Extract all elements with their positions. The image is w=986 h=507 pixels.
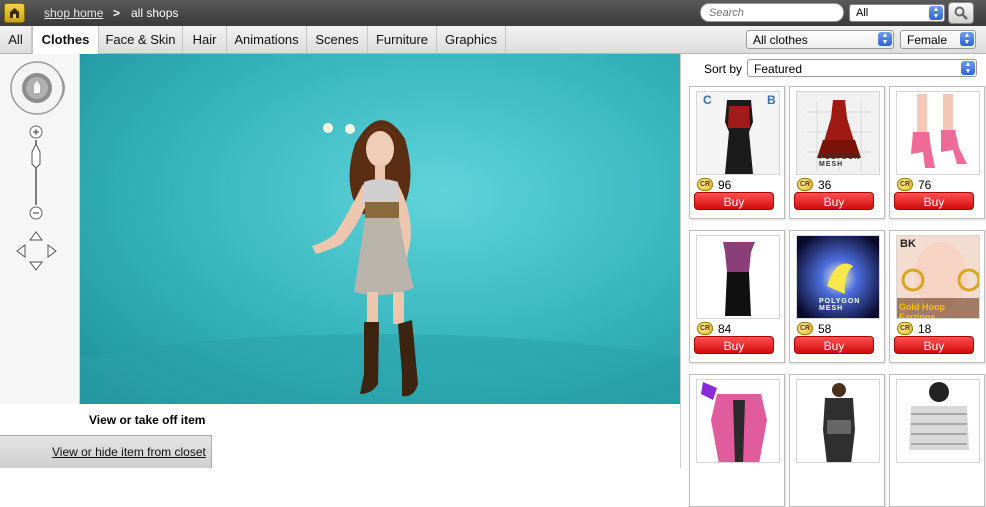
magnifier-icon	[954, 6, 968, 20]
product-card[interactable]	[789, 374, 885, 507]
product-thumbnail[interactable]: C B	[696, 91, 780, 175]
purple-gown-image	[697, 236, 779, 318]
ruffled-blouse-image	[897, 380, 979, 462]
select-arrows-icon: ▲ ▼	[929, 6, 943, 20]
tab-furniture[interactable]: Furniture	[368, 26, 437, 53]
tab-all[interactable]: All	[0, 26, 32, 53]
coin-icon: CR	[797, 178, 813, 191]
product-price: 84	[718, 322, 732, 336]
product-card[interactable]: POLYGON MESH CR 58 Buy	[789, 230, 885, 363]
product-price: 58	[818, 322, 832, 336]
tab-animations[interactable]: Animations	[227, 26, 307, 53]
select-arrows-icon: ▲ ▼	[960, 32, 974, 46]
search-scope-select[interactable]: All ▲ ▼	[849, 4, 945, 22]
buy-button[interactable]: Buy	[794, 192, 874, 210]
buy-button[interactable]: Buy	[894, 192, 974, 210]
product-thumbnail[interactable]: BK Gold Hoop Earrings	[896, 235, 980, 319]
svg-text:C: C	[703, 93, 712, 107]
coin-icon: CR	[697, 178, 713, 191]
product-thumbnail[interactable]	[696, 379, 780, 463]
buy-button[interactable]: Buy	[694, 192, 774, 210]
product-thumbnail[interactable]	[796, 379, 880, 463]
closet-toggle-button[interactable]: View or hide item from closet	[0, 435, 212, 468]
product-pane: Sort by Featured ▲ ▼ C B CR 96 Buy POLYG…	[680, 54, 986, 507]
view-or-take-off-label: View or take off item	[89, 413, 206, 427]
pink-heels-image	[897, 92, 979, 174]
polygon-mesh-label: POLYGON MESH	[819, 298, 861, 312]
product-thumbnail[interactable]	[696, 235, 780, 319]
coin-icon: CR	[697, 322, 713, 335]
zoom-slider-handle[interactable]	[31, 142, 41, 169]
buy-button[interactable]: Buy	[794, 336, 874, 354]
tab-hair[interactable]: Hair	[183, 26, 227, 53]
product-card[interactable]: C B CR 96 Buy	[689, 86, 785, 219]
zoom-out-icon[interactable]	[29, 206, 43, 220]
pan-arrows-icon[interactable]	[16, 231, 57, 271]
rotate-dial[interactable]	[10, 61, 65, 115]
bk-tag: BK	[900, 238, 916, 250]
top-bar: shop home > all shops All ▲▼	[0, 0, 986, 26]
product-price: 18	[918, 322, 932, 336]
product-thumbnail[interactable]: POLYGON MESH	[796, 235, 880, 319]
svg-text:B: B	[767, 93, 776, 107]
search-input[interactable]	[700, 3, 844, 22]
gold-hoop-earrings-label: Gold Hoop Earrings	[899, 302, 945, 319]
tab-graphics[interactable]: Graphics	[437, 26, 506, 53]
shop-logo-icon[interactable]	[4, 3, 25, 23]
closet-toggle-label[interactable]: View or hide item from closet	[52, 445, 206, 459]
product-card[interactable]: POLYGON MESH CR 36 Buy	[789, 86, 885, 219]
search-button[interactable]	[948, 2, 974, 24]
product-card[interactable]	[689, 374, 785, 507]
product-card[interactable]	[889, 374, 985, 507]
camera-controls-graphic	[10, 61, 65, 271]
product-price: 96	[718, 178, 732, 192]
avatar-preview-image	[80, 120, 680, 404]
coin-icon: CR	[897, 322, 913, 335]
sort-value: Featured	[754, 62, 803, 76]
gender-filter-select[interactable]: Female ▲ ▼	[900, 30, 976, 49]
product-card[interactable]: BK Gold Hoop Earrings CR 18 Buy	[889, 230, 985, 363]
category-filter-select[interactable]: All clothes ▲ ▼	[746, 30, 894, 49]
category-tab-bar: All Clothes Face & Skin Hair Animations …	[0, 26, 986, 54]
tab-clothes[interactable]: Clothes	[32, 26, 99, 54]
dark-outfit-image	[797, 380, 879, 462]
zoom-in-icon[interactable]	[29, 125, 43, 139]
product-price: 76	[918, 178, 932, 192]
tab-face-skin[interactable]: Face & Skin	[99, 26, 183, 53]
camera-controls	[0, 54, 80, 404]
product-card[interactable]: CR 84 Buy	[689, 230, 785, 363]
sort-select[interactable]: Featured ▲ ▼	[747, 59, 977, 77]
buy-button[interactable]: Buy	[694, 336, 774, 354]
coin-icon: CR	[797, 322, 813, 335]
product-card[interactable]: CR 76 Buy	[889, 86, 985, 219]
corset-dress-image: C B	[697, 92, 779, 174]
gender-filter-value: Female	[907, 33, 948, 47]
sort-by-label: Sort by	[704, 62, 743, 76]
search-scope-value: All	[856, 7, 869, 19]
product-thumbnail[interactable]: POLYGON MESH	[796, 91, 880, 175]
avatar-3d-viewer[interactable]	[80, 54, 680, 404]
category-filter-value: All clothes	[753, 33, 808, 47]
buy-button[interactable]: Buy	[894, 336, 974, 354]
breadcrumb-separator: >	[113, 6, 121, 20]
tab-scenes[interactable]: Scenes	[307, 26, 368, 53]
breadcrumb-shop-home-link[interactable]: shop home	[44, 6, 103, 20]
coin-icon: CR	[897, 178, 913, 191]
select-arrows-icon: ▲ ▼	[878, 32, 892, 46]
product-price: 36	[818, 178, 832, 192]
pink-corset-top-image	[697, 380, 779, 462]
product-thumbnail[interactable]	[896, 379, 980, 463]
polygon-mesh-label: POLYGON MESH	[819, 154, 861, 168]
select-arrows-icon: ▲ ▼	[961, 61, 975, 75]
product-thumbnail[interactable]	[896, 91, 980, 175]
breadcrumb-current: all shops	[131, 6, 179, 20]
